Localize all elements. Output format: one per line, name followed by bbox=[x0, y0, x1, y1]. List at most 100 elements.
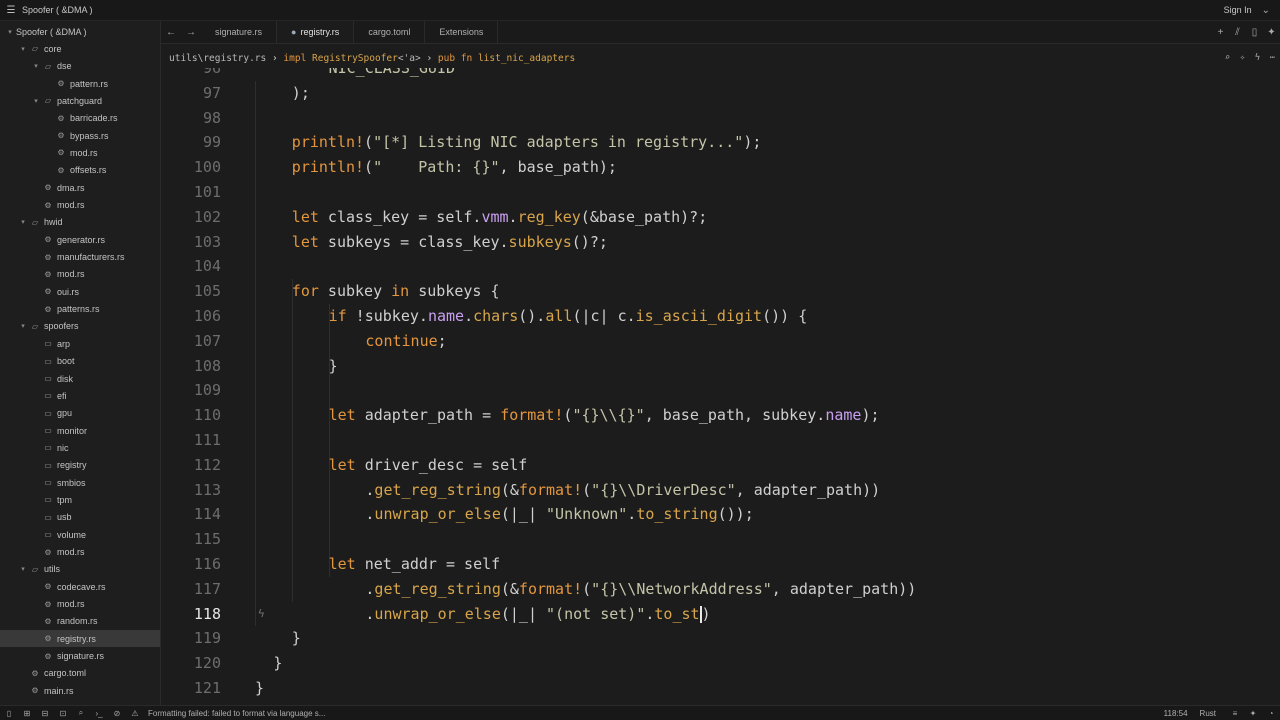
sidebar-folder[interactable]: ▭ smbios bbox=[0, 474, 160, 491]
language-selector[interactable]: Rust bbox=[1200, 709, 1216, 718]
back-icon[interactable]: ← bbox=[161, 21, 181, 43]
code-line[interactable]: 96 NIC_CLASS_GUID bbox=[161, 68, 1280, 81]
line-number[interactable]: 106 bbox=[161, 304, 221, 329]
code-line[interactable]: 104 bbox=[161, 254, 1280, 279]
code-line[interactable]: 116 let net_addr = self bbox=[161, 552, 1280, 577]
sidebar-folder[interactable]: ▭ volume bbox=[0, 526, 160, 543]
line-number[interactable]: 117 bbox=[161, 577, 221, 602]
sign-in-button[interactable]: Sign In bbox=[1224, 5, 1252, 15]
tab-cargo-toml[interactable]: cargo.toml bbox=[354, 21, 426, 43]
code-line[interactable]: 98 bbox=[161, 106, 1280, 131]
sidebar-folder[interactable]: ▭ nic bbox=[0, 439, 160, 456]
sidebar-right-icon[interactable]: ▯ bbox=[1246, 21, 1263, 43]
sidebar-file[interactable]: ⚙ registry.rs bbox=[0, 630, 160, 648]
sidebar-folder[interactable]: ▾ ▱ core bbox=[0, 40, 160, 57]
split-icon[interactable]: ⫽ bbox=[1229, 21, 1246, 43]
sidebar-file[interactable]: ⚙ mod.rs bbox=[0, 544, 160, 561]
code-line[interactable]: 103 let subkeys = class_key.subkeys()?; bbox=[161, 230, 1280, 255]
sidebar-folder[interactable]: ▭ monitor bbox=[0, 422, 160, 439]
forward-icon[interactable]: → bbox=[181, 21, 201, 43]
git-icon[interactable]: ⊡ bbox=[54, 709, 72, 718]
line-number[interactable]: 107 bbox=[161, 329, 221, 354]
line-number[interactable]: 108 bbox=[161, 354, 221, 379]
sidebar-file[interactable]: ⚙ barricade.rs bbox=[0, 110, 160, 127]
menu-icon[interactable]: ☰ bbox=[0, 5, 22, 16]
line-number[interactable]: 116 bbox=[161, 552, 221, 577]
code-line[interactable]: 102 let class_key = self.vmm.reg_key(&bas… bbox=[161, 205, 1280, 230]
code-line[interactable]: 99 println!("[*] Listing NIC adapters in … bbox=[161, 130, 1280, 155]
sidebar-file[interactable]: ⚙ signature.rs bbox=[0, 648, 160, 665]
code-line[interactable]: 115 bbox=[161, 527, 1280, 552]
code-line[interactable]: 119} bbox=[161, 626, 1280, 651]
sidebar-file[interactable]: ⚙ manufacturers.rs bbox=[0, 249, 160, 266]
code-line[interactable]: 110 let adapter_path = format!("{}\\{}", … bbox=[161, 403, 1280, 428]
sidebar-folder[interactable]: ▾ Spoofer ( &DMA ) bbox=[0, 23, 160, 40]
code-line[interactable]: 114 .unwrap_or_else(|_| "Unknown".to_stri… bbox=[161, 502, 1280, 527]
line-number[interactable]: 111 bbox=[161, 428, 221, 453]
cursor-position[interactable]: 118:54 bbox=[1164, 709, 1188, 718]
sidebar-folder[interactable]: ▭ usb bbox=[0, 509, 160, 526]
status-message[interactable]: Formatting failed: failed to format via … bbox=[148, 709, 1164, 718]
sidebar-folder[interactable]: ▭ gpu bbox=[0, 405, 160, 422]
tab-signature-rs[interactable]: signature.rs bbox=[201, 21, 278, 43]
sidebar-file[interactable]: ⚙ mod.rs bbox=[0, 266, 160, 283]
sidebar-file[interactable]: ⚙ dma.rs bbox=[0, 179, 160, 196]
terminal-icon[interactable]: ›_ bbox=[90, 709, 108, 718]
code-line[interactable]: 112 let driver_desc = self bbox=[161, 453, 1280, 478]
line-number[interactable]: 101 bbox=[161, 180, 221, 205]
code-line[interactable]: 121} bbox=[161, 676, 1280, 701]
line-number[interactable]: 102 bbox=[161, 205, 221, 230]
line-number[interactable]: 114 bbox=[161, 502, 221, 527]
sidebar-file[interactable]: ⚙ oui.rs bbox=[0, 283, 160, 300]
sidebar-folder[interactable]: ▭ tpm bbox=[0, 491, 160, 508]
line-number[interactable]: 98 bbox=[161, 106, 221, 131]
search-icon[interactable]: ⌕ bbox=[72, 708, 90, 718]
grid-icon[interactable]: ⊞ bbox=[18, 709, 36, 718]
line-number[interactable]: 109 bbox=[161, 378, 221, 403]
code-line[interactable]: 109 bbox=[161, 378, 1280, 403]
sidebar-file[interactable]: ⚙ codecave.rs bbox=[0, 578, 160, 595]
sidebar-folder[interactable]: ▾ ▱ patchguard bbox=[0, 92, 160, 109]
line-number[interactable]: 115 bbox=[161, 527, 221, 552]
sidebar-folder[interactable]: ▾ ▱ spoofers bbox=[0, 318, 160, 335]
assistant-icon[interactable]: ✦ bbox=[1244, 709, 1262, 718]
line-number[interactable]: 99 bbox=[161, 130, 221, 155]
code-action-icon[interactable]: ϟ bbox=[258, 602, 265, 627]
line-number[interactable]: 119 bbox=[161, 626, 221, 651]
chevron-down-icon[interactable]: ⌄ bbox=[1262, 5, 1270, 16]
breadcrumb[interactable]: utils\registry.rs › impl RegistrySpoofer… bbox=[161, 48, 1280, 68]
line-number[interactable]: 112 bbox=[161, 453, 221, 478]
code-line[interactable]: 97); bbox=[161, 81, 1280, 106]
code-line[interactable]: 108} bbox=[161, 354, 1280, 379]
notifications-icon[interactable]: ◔ bbox=[1262, 709, 1280, 718]
tab-registry-rs[interactable]: ● registry.rs bbox=[277, 21, 355, 43]
panel-left-icon[interactable]: ▯ bbox=[0, 709, 18, 718]
sidebar-folder[interactable]: ▾ ▱ utils bbox=[0, 561, 160, 578]
line-number[interactable]: 96 bbox=[161, 68, 221, 81]
warning-icon[interactable]: ⚠ bbox=[126, 709, 144, 718]
code-editor[interactable]: 96 NIC_CLASS_GUID 97); 98 99 println!("[*] Li… bbox=[161, 68, 1280, 705]
breadcrumb-path[interactable]: utils\registry.rs bbox=[169, 53, 266, 64]
sidebar-file[interactable]: ⚙ mod.rs bbox=[0, 596, 160, 613]
line-number[interactable]: 97 bbox=[161, 81, 221, 106]
code-line[interactable]: 117 .get_reg_string(&format!("{}\\Network… bbox=[161, 577, 1280, 602]
line-number[interactable]: 103 bbox=[161, 230, 221, 255]
diagnostics-icon[interactable]: ⊘ bbox=[108, 709, 126, 718]
line-number[interactable]: 120 bbox=[161, 651, 221, 676]
code-line[interactable]: 106 if !subkey.name.chars().all(|c| c.is_… bbox=[161, 304, 1280, 329]
code-line[interactable]: 101 bbox=[161, 180, 1280, 205]
sidebar-file[interactable]: ⚙ cargo.toml bbox=[0, 665, 160, 682]
sidebar-folder[interactable]: ▾ ▱ dse bbox=[0, 58, 160, 75]
lightning-icon[interactable]: ϟ bbox=[1250, 53, 1265, 63]
code-line[interactable]: 107 continue; bbox=[161, 329, 1280, 354]
line-number[interactable]: 100 bbox=[161, 155, 221, 180]
plus-icon[interactable]: + bbox=[1212, 21, 1229, 43]
code-line[interactable]: 105 for subkey in subkeys { bbox=[161, 279, 1280, 304]
sidebar-file[interactable]: ⚙ mod.rs bbox=[0, 144, 160, 161]
sidebar-folder[interactable]: ▾ ▱ hwid bbox=[0, 214, 160, 231]
code-line[interactable]: 118 ϟ .unwrap_or_else(|_| "(not set)".to_s… bbox=[161, 602, 1280, 627]
sidebar-file[interactable]: ⚙ bypass.rs bbox=[0, 127, 160, 144]
sidebar-file[interactable]: ⚙ offsets.rs bbox=[0, 162, 160, 179]
outline-icon[interactable]: ⊟ bbox=[36, 709, 54, 718]
line-number[interactable]: 113 bbox=[161, 478, 221, 503]
